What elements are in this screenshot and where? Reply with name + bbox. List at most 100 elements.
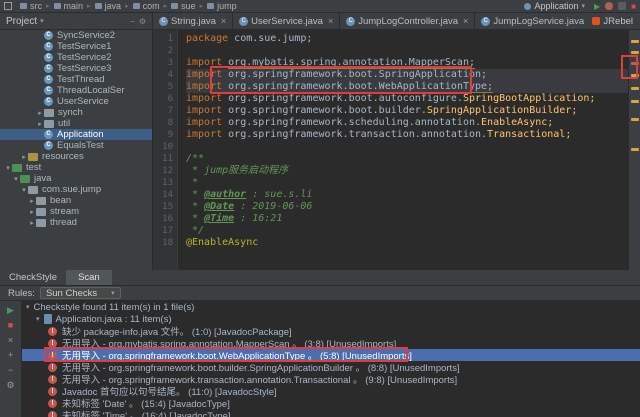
- stripe-mark[interactable]: [631, 100, 639, 103]
- chevron-collapsed-icon[interactable]: ▸: [28, 197, 36, 205]
- code-line-1[interactable]: package com.sue.jump;: [186, 33, 628, 45]
- stripe-mark[interactable]: [631, 51, 639, 54]
- chevron-collapsed-icon[interactable]: ▸: [36, 109, 44, 117]
- tree-item-thread[interactable]: ▸ thread: [0, 217, 152, 228]
- code-line-10[interactable]: [186, 141, 628, 153]
- breadcrumb-item-src[interactable]: src: [17, 1, 45, 11]
- chevron-expanded-icon[interactable]: ▾: [4, 164, 12, 172]
- checkstyle-panel-title[interactable]: CheckStyle: [0, 272, 66, 283]
- tree-item-test[interactable]: ▾ test: [0, 162, 152, 173]
- close-icon[interactable]: ×: [221, 16, 226, 26]
- stripe-mark[interactable]: [631, 118, 639, 121]
- code-line-6[interactable]: import org.springframework.boot.autoconf…: [186, 93, 628, 105]
- tree-item-Application[interactable]: C Application: [0, 129, 152, 140]
- code-line-5[interactable]: import org.springframework.boot.WebAppli…: [186, 81, 628, 93]
- editor-tab-UserService.java[interactable]: C UserService.java ×: [233, 13, 341, 29]
- breadcrumb-label: com: [142, 1, 160, 11]
- expand-all-button[interactable]: +: [5, 350, 17, 361]
- tree-item-bean[interactable]: ▸ bean: [0, 195, 152, 206]
- editor[interactable]: 1 2 3 4 5 6 7 8 9 10 11 12 13 14 15 16 17 18 package com.…: [153, 30, 628, 270]
- tree-item-java[interactable]: ▾ java: [0, 173, 152, 184]
- tree-item-TestThread[interactable]: C TestThread: [0, 74, 152, 85]
- editor-code[interactable]: package com.sue.jump; import org.mybatis.…: [178, 30, 628, 270]
- tree-item-resources[interactable]: ▸ resources: [0, 151, 152, 162]
- code-text: @author: [204, 189, 247, 200]
- editor-tab-JumpLogService.java[interactable]: CJumpLogService.java×: [475, 13, 586, 29]
- breadcrumb-item-java[interactable]: java: [92, 1, 125, 11]
- clear-button[interactable]: ×: [5, 335, 17, 346]
- stop-scan-button[interactable]: ■: [5, 320, 17, 331]
- code-line-15[interactable]: * @Date : 2019-06-06: [186, 201, 628, 213]
- code-line-9[interactable]: import org.springframework.transaction.a…: [186, 129, 628, 141]
- tree-item-synch[interactable]: ▸ synch: [0, 107, 152, 118]
- gear-icon[interactable]: ⚙: [139, 17, 146, 26]
- tree-item-TestService2[interactable]: C TestService2: [0, 52, 152, 63]
- collapse-all-button[interactable]: −: [5, 365, 17, 376]
- code-line-12[interactable]: * jump服务启动程序: [186, 165, 628, 177]
- close-icon[interactable]: ×: [463, 16, 468, 26]
- run-config-select[interactable]: Application ▾: [520, 1, 589, 12]
- rules-select[interactable]: Sun Checks ▾: [39, 287, 121, 299]
- breadcrumb-item-com[interactable]: com: [130, 1, 163, 11]
- chevron-expanded-icon[interactable]: ▾: [36, 315, 40, 323]
- tree-item-TestService3[interactable]: C TestService3: [0, 63, 152, 74]
- chevron-collapsed-icon[interactable]: ▸: [36, 120, 44, 128]
- code-line-7[interactable]: import org.springframework.boot.builder.…: [186, 105, 628, 117]
- chevron-expanded-icon[interactable]: ▾: [20, 186, 28, 194]
- editor-tab-JumpLogController.java[interactable]: C JumpLogController.java ×: [340, 13, 476, 29]
- debug-button[interactable]: [605, 2, 614, 10]
- editor-tab-String.java[interactable]: C String.java ×: [153, 13, 234, 29]
- tree-item-UserService[interactable]: C UserService: [0, 96, 152, 107]
- chevron-expanded-icon[interactable]: ▾: [12, 175, 20, 183]
- class-icon: C: [44, 31, 53, 40]
- project-panel-header[interactable]: Project ▾ − ⚙: [0, 13, 153, 29]
- chevron-collapsed-icon[interactable]: ▸: [28, 219, 36, 227]
- settings-button[interactable]: ⚙: [5, 380, 17, 391]
- tree-item-SyncService2[interactable]: C SyncService2: [0, 30, 152, 41]
- rerun-button[interactable]: ▶: [5, 305, 17, 316]
- tree-item-util[interactable]: ▸ util: [0, 118, 152, 129]
- code-line-13[interactable]: *: [186, 177, 628, 189]
- code-line-2[interactable]: [186, 45, 628, 57]
- code-line-17[interactable]: */: [186, 225, 628, 237]
- run-button[interactable]: ▶: [594, 1, 600, 12]
- code-line-11[interactable]: /**: [186, 153, 628, 165]
- breadcrumb-item-sue[interactable]: sue: [168, 1, 199, 11]
- stripe-mark[interactable]: [631, 62, 639, 65]
- run-config-icon: [524, 2, 532, 10]
- chevron-expanded-icon[interactable]: ▾: [26, 303, 30, 311]
- stop-button[interactable]: ■: [631, 1, 636, 12]
- checkstyle-issue[interactable]: ! 未知标签 'Time' 。 (16:4) [JavadocType]: [22, 409, 640, 417]
- folder-green-icon: [12, 163, 22, 172]
- close-icon[interactable]: ×: [328, 16, 333, 26]
- code-line-16[interactable]: * @Time : 16:21: [186, 213, 628, 225]
- chevron-collapsed-icon[interactable]: ▸: [20, 153, 28, 161]
- checkstyle-summary-row[interactable]: ▾ Checkstyle found 11 item(s) in 1 file(…: [22, 301, 640, 313]
- tab-scan[interactable]: Scan: [66, 270, 112, 285]
- stripe-mark[interactable]: [631, 87, 639, 90]
- code-line-3[interactable]: import org.mybatis.spring.annotation.Map…: [186, 57, 628, 69]
- jrebel-button[interactable]: JRebel: [585, 13, 640, 29]
- stripe-mark[interactable]: [631, 74, 639, 77]
- code-text: SpringApplicationBuilder;: [426, 105, 578, 116]
- chevron-collapsed-icon[interactable]: ▸: [28, 208, 36, 216]
- code-line-14[interactable]: * @author : sue.s.li: [186, 189, 628, 201]
- code-line-4[interactable]: import org.springframework.boot.SpringAp…: [186, 69, 628, 81]
- error-stripe[interactable]: [628, 30, 640, 270]
- tree-item-TestService1[interactable]: C TestService1: [0, 41, 152, 52]
- window-grid-icon[interactable]: [4, 2, 12, 10]
- tree-item-EqualsTest[interactable]: C EqualsTest: [0, 140, 152, 151]
- breadcrumb-item-jump[interactable]: jump: [204, 1, 240, 11]
- package-icon: [36, 207, 46, 216]
- tree-item-ThreadLocalSer[interactable]: C ThreadLocalSer: [0, 85, 152, 96]
- code-line-18[interactable]: @EnableAsync: [186, 237, 628, 249]
- tree-item-com.sue.jump[interactable]: ▾ com.sue.jump: [0, 184, 152, 195]
- stripe-mark[interactable]: [631, 148, 639, 151]
- code-line-8[interactable]: import org.springframework.scheduling.an…: [186, 117, 628, 129]
- breadcrumb-item-main[interactable]: main: [51, 1, 87, 11]
- tree-item-stream[interactable]: ▸ stream: [0, 206, 152, 217]
- stripe-mark[interactable]: [631, 40, 639, 43]
- coverage-button[interactable]: [618, 2, 627, 10]
- error-icon: !: [48, 398, 57, 408]
- collapse-all-icon[interactable]: −: [130, 17, 135, 26]
